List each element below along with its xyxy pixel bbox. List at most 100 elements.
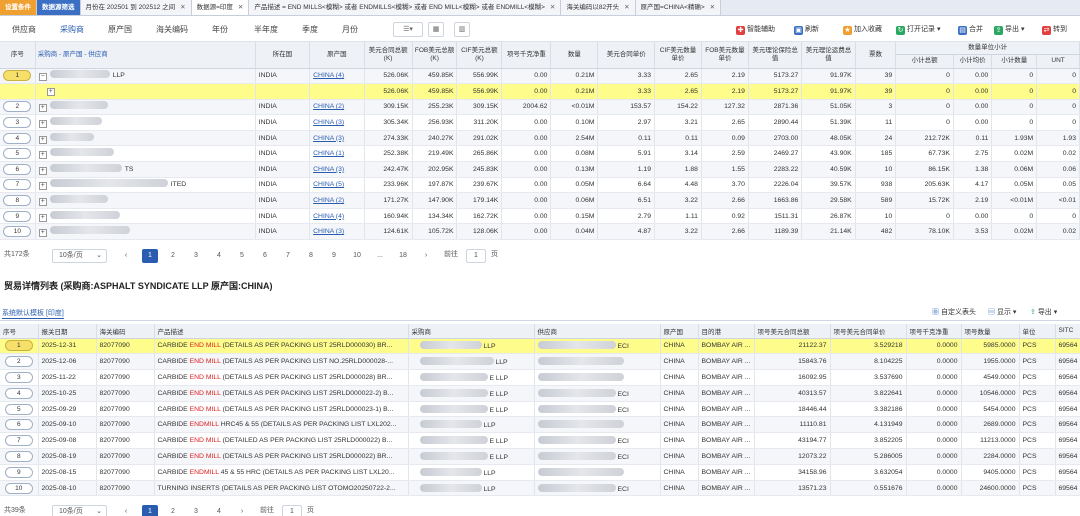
col-theory-unit[interactable]: 美元理论保险总值 [748, 42, 803, 69]
col-country[interactable]: 所在国 [255, 42, 311, 69]
origin-link[interactable]: CHINA (3) [313, 166, 344, 173]
dcol-dest[interactable]: 目的港 [698, 324, 755, 339]
col-fob-unit[interactable]: FOB美元数量单价 [701, 42, 749, 69]
page-size-select[interactable]: 10条/页 ⌄ [52, 249, 107, 263]
tab-half-year[interactable]: 半年度 [254, 24, 278, 35]
tab-supplier[interactable]: 供应商 [12, 24, 36, 35]
col-net-weight[interactable]: 项号千克净重 [501, 42, 552, 69]
row-seq-pill[interactable]: 5 [4, 403, 33, 415]
col-sub-amount[interactable]: 小计总额 [895, 54, 954, 69]
table-row[interactable]: 9 + INDIA CHINA (4) 160.94K 134.34K 162.72K 0.0… [0, 208, 1080, 225]
dcol-origin[interactable]: 原产国 [660, 324, 699, 339]
row-seq-pill[interactable]: 1 [3, 70, 32, 82]
filter-tab[interactable]: 数据源=印度 ✕ [191, 0, 250, 15]
table-row[interactable]: 7 + ITED INDIA CHINA (5) 233.96K 197.87K 239.67… [0, 177, 1080, 194]
col-sub-qty[interactable]: 小计数量 [991, 54, 1038, 69]
tab-hs-code[interactable]: 海关编码 [156, 24, 188, 35]
row-seq-pill[interactable]: 1 [4, 340, 33, 352]
dcol-supplier[interactable]: 供应商 [534, 324, 661, 339]
next-page-button[interactable]: › [234, 505, 250, 516]
expand-icon[interactable]: + [38, 135, 47, 144]
dcol-sitc[interactable]: SITC [1055, 324, 1080, 339]
table-row[interactable]: 2 2025-12-06 82077090 CARBIDE END MILL (DET… [0, 353, 1080, 371]
filter-tab[interactable]: 月份在 202501 到 202512 之间 ✕ [80, 0, 192, 15]
col-unt[interactable]: UNT [1036, 54, 1080, 69]
col-usd-unit[interactable]: 美元合同单价 [597, 42, 655, 69]
page-button[interactable]: 2 [165, 505, 181, 516]
page-button[interactable]: ... [372, 249, 388, 263]
table-row[interactable]: 7 2025-09-08 82077090 CARBIDE END MILL (DET… [0, 432, 1080, 450]
detail-export-button[interactable]: ⇪ 导出 ▾ [1030, 307, 1057, 317]
row-seq-pill[interactable]: 8 [3, 195, 32, 207]
page-button[interactable]: 2 [165, 249, 181, 263]
table-row[interactable]: 4 2025-10-25 82077090 CARBIDE END MILL (DET… [0, 385, 1080, 402]
row-seq-pill[interactable]: 6 [4, 419, 33, 431]
custom-header-button[interactable]: ▦ 自定义表头 [932, 307, 976, 317]
dcol-usd-unit[interactable]: 项号美元合同单价 [830, 324, 907, 339]
expand-icon[interactable]: + [46, 87, 55, 96]
tab-buyer[interactable]: 采购商 [60, 24, 84, 35]
page-size-select[interactable]: 10条/页 ⌄ [52, 505, 107, 516]
delete-button[interactable]: ▥ [454, 22, 470, 37]
dcol-unit[interactable]: 单位 [1019, 324, 1056, 339]
col-sub-unit-price[interactable]: 小计均价 [953, 54, 993, 69]
table-row[interactable]: 2 + INDIA CHINA (2) 309.15K 255.23K 309.15K 200… [0, 99, 1080, 116]
expand-icon[interactable]: + [38, 182, 47, 191]
origin-link[interactable]: CHINA (3) [313, 135, 344, 142]
table-row[interactable]: +526.06K 459.85K 556.99K 0.00 0.21M 3.33 2.65 2… [0, 83, 1080, 100]
close-icon[interactable]: ✕ [180, 4, 185, 11]
expand-icon[interactable]: + [38, 120, 47, 129]
dcol-buyer[interactable]: 采购商 [408, 324, 535, 339]
origin-link[interactable]: CHINA (2) [313, 197, 344, 204]
table-row[interactable]: 8 2025-08-19 82077090 CARBIDE END MILL (DET… [0, 448, 1080, 465]
page-button[interactable]: 3 [188, 505, 204, 516]
page-button[interactable]: 1 [142, 505, 158, 516]
origin-link[interactable]: CHINA (3) [313, 228, 344, 235]
page-button[interactable]: 5 [234, 249, 250, 263]
expand-icon[interactable]: + [38, 151, 47, 160]
row-seq-pill[interactable]: 6 [3, 163, 32, 175]
page-button[interactable]: 4 [211, 249, 227, 263]
filter-tab[interactable]: 原产国=CHINA<精确> ✕ [635, 0, 722, 15]
page-button[interactable]: 10 [349, 249, 365, 263]
row-seq-pill[interactable]: 9 [4, 466, 33, 478]
filter-tab[interactable]: 海关编码以82开头 ✕ [561, 0, 636, 15]
add-favorite-button[interactable]: ★ 加入收藏 [843, 24, 882, 35]
col-cif-unit[interactable]: CIF美元数量单价 [654, 42, 702, 69]
origin-link[interactable]: CHINA (4) [313, 213, 344, 220]
origin-link[interactable]: CHINA (4) [313, 72, 344, 79]
col-qty[interactable]: 数量 [550, 42, 599, 69]
page-button[interactable]: 6 [257, 249, 273, 263]
col-seq[interactable]: 序号 [0, 42, 36, 69]
expand-icon[interactable]: + [38, 198, 47, 207]
merge-button[interactable]: ▤ 合并 [958, 24, 983, 35]
dcol-desc[interactable]: 产品描述 [154, 324, 409, 339]
table-row[interactable]: 10 + INDIA CHINA (3) 124.61K 105.72K 128.06K 0.… [0, 223, 1080, 241]
tab-year[interactable]: 年份 [212, 24, 228, 35]
row-seq-pill[interactable]: 7 [4, 435, 33, 447]
goto-page-input[interactable]: 1 [282, 505, 302, 516]
table-row[interactable]: 4 + INDIA CHINA (3) 274.33K 240.27K 291.02K 0.0… [0, 130, 1080, 147]
expand-icon[interactable]: + [38, 229, 47, 238]
page-button[interactable]: 7 [280, 249, 296, 263]
page-button[interactable]: 3 [188, 249, 204, 263]
dcol-usd-total[interactable]: 项号美元合同总额 [754, 324, 831, 339]
template-tab[interactable]: 系统默认模板 [印度] [2, 308, 64, 319]
row-seq-pill[interactable]: 8 [4, 450, 33, 462]
close-icon[interactable]: ✕ [550, 4, 555, 11]
table-row[interactable]: 6 + TS INDIA CHINA (3) 242.47K 202.95K 245.83K 0… [0, 161, 1080, 178]
display-button[interactable]: ▤ 显示 ▾ [988, 307, 1016, 317]
column-settings-button[interactable]: ☰▾ [393, 22, 423, 37]
filter-tab[interactable]: 数据源筛选 [37, 0, 81, 15]
row-seq-pill[interactable]: 10 [3, 226, 32, 238]
prev-page-button[interactable]: ‹ [118, 249, 134, 263]
expand-icon[interactable]: + [38, 104, 47, 113]
col-theory-total[interactable]: 美元理论运费总值 [801, 42, 856, 69]
row-seq-pill[interactable]: 4 [3, 132, 32, 144]
row-seq-pill[interactable]: 2 [4, 356, 33, 368]
origin-link[interactable]: CHINA (2) [313, 103, 344, 110]
filter-tab[interactable]: 设置条件 [0, 0, 37, 15]
col-cif-total[interactable]: CIF美元总额(K) [456, 42, 503, 69]
origin-link[interactable]: CHINA (3) [313, 119, 344, 126]
tab-month[interactable]: 月份 [342, 24, 358, 35]
